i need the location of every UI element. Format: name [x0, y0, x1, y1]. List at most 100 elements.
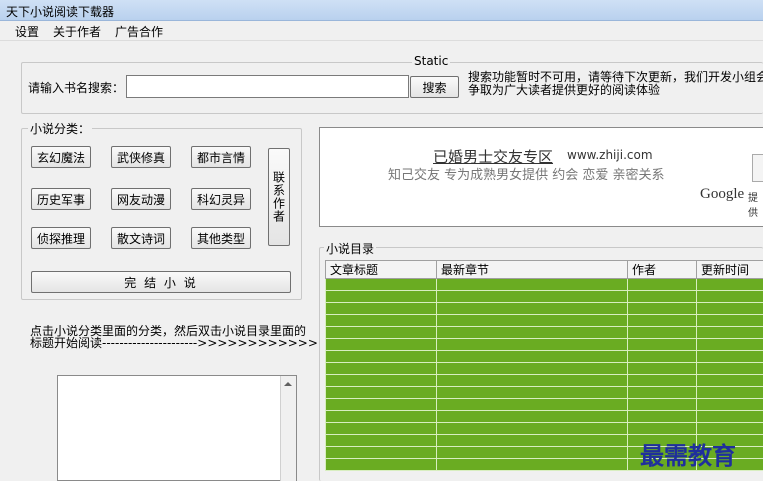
table-cell[interactable]: [436, 374, 628, 387]
category-prose-poetry-button[interactable]: 散文诗词: [111, 227, 171, 249]
table-cell[interactable]: [325, 446, 437, 459]
table-cell[interactable]: [627, 350, 697, 363]
column-header-author[interactable]: 作者: [627, 260, 697, 279]
table-row[interactable]: [325, 302, 763, 315]
table-cell[interactable]: [627, 374, 697, 387]
table-cell[interactable]: [325, 302, 437, 315]
category-wuxia-button[interactable]: 武侠修真: [111, 146, 171, 168]
category-other-button[interactable]: 其他类型: [191, 227, 251, 249]
table-cell[interactable]: [436, 422, 628, 435]
table-row[interactable]: [325, 290, 763, 303]
reading-list-box[interactable]: [57, 375, 297, 481]
table-row[interactable]: [325, 278, 763, 291]
table-cell[interactable]: [325, 410, 437, 423]
table-cell[interactable]: [627, 278, 697, 291]
catalog-group-label: 小说目录: [324, 240, 377, 257]
list-scrollbar[interactable]: [280, 376, 296, 481]
table-cell[interactable]: [325, 374, 437, 387]
table-cell[interactable]: [325, 458, 437, 471]
table-cell[interactable]: [436, 458, 628, 471]
table-cell[interactable]: [627, 422, 697, 435]
search-input[interactable]: [126, 75, 409, 98]
table-cell[interactable]: [436, 326, 628, 339]
table-cell[interactable]: [696, 374, 763, 387]
table-row[interactable]: [325, 350, 763, 363]
table-cell[interactable]: [627, 362, 697, 375]
table-row[interactable]: [325, 326, 763, 339]
table-cell[interactable]: [627, 326, 697, 339]
table-row[interactable]: [325, 422, 763, 435]
table-cell[interactable]: [436, 434, 628, 447]
table-cell[interactable]: [696, 338, 763, 351]
table-cell[interactable]: [436, 278, 628, 291]
table-cell[interactable]: [696, 290, 763, 303]
table-row[interactable]: [325, 338, 763, 351]
table-cell[interactable]: [325, 314, 437, 327]
table-cell[interactable]: [436, 386, 628, 399]
table-cell[interactable]: [436, 290, 628, 303]
table-cell[interactable]: [696, 386, 763, 399]
table-cell[interactable]: [696, 278, 763, 291]
table-cell[interactable]: [325, 338, 437, 351]
table-cell[interactable]: [325, 350, 437, 363]
table-cell[interactable]: [436, 446, 628, 459]
category-fantasy-button[interactable]: 玄幻魔法: [31, 146, 91, 168]
table-row[interactable]: [325, 374, 763, 387]
category-scifi-button[interactable]: 科幻灵异: [191, 188, 251, 210]
menu-about-author[interactable]: 关于作者: [53, 23, 101, 40]
table-cell[interactable]: [627, 338, 697, 351]
table-cell[interactable]: [325, 362, 437, 375]
ad-description: 知己交友 专为成熟男女提供 约会 恋爱 亲密关系: [388, 168, 665, 183]
contact-author-button[interactable]: 联系作者: [268, 148, 290, 246]
table-cell[interactable]: [436, 410, 628, 423]
table-cell[interactable]: [436, 398, 628, 411]
column-header-title[interactable]: 文章标题: [325, 260, 437, 279]
table-cell[interactable]: [325, 290, 437, 303]
table-cell[interactable]: [325, 398, 437, 411]
table-cell[interactable]: [325, 434, 437, 447]
table-cell[interactable]: [627, 290, 697, 303]
table-cell[interactable]: [696, 422, 763, 435]
search-button[interactable]: 搜索: [410, 76, 459, 98]
category-history-button[interactable]: 历史军事: [31, 188, 91, 210]
table-cell[interactable]: [436, 314, 628, 327]
table-cell[interactable]: [627, 386, 697, 399]
search-label: 请输入书名搜索：: [28, 81, 125, 95]
table-cell[interactable]: [696, 398, 763, 411]
table-row[interactable]: [325, 398, 763, 411]
table-cell[interactable]: [696, 302, 763, 315]
scroll-up-icon[interactable]: [284, 382, 292, 386]
table-cell[interactable]: [325, 278, 437, 291]
table-cell[interactable]: [627, 410, 697, 423]
table-row[interactable]: [325, 410, 763, 423]
table-cell[interactable]: [436, 362, 628, 375]
table-cell[interactable]: [436, 350, 628, 363]
category-detective-button[interactable]: 侦探推理: [31, 227, 91, 249]
table-cell[interactable]: [436, 338, 628, 351]
table-cell[interactable]: [696, 362, 763, 375]
menu-settings[interactable]: 设置: [15, 23, 39, 40]
table-row[interactable]: [325, 386, 763, 399]
column-header-latest-chapter[interactable]: 最新章节: [436, 260, 628, 279]
column-header-update-time[interactable]: 更新时间: [696, 260, 763, 279]
menu-ad-cooperation[interactable]: 广告合作: [115, 23, 163, 40]
table-row[interactable]: [325, 362, 763, 375]
table-cell[interactable]: [627, 302, 697, 315]
table-cell[interactable]: [627, 398, 697, 411]
table-cell[interactable]: [696, 314, 763, 327]
table-cell[interactable]: [325, 422, 437, 435]
table-row[interactable]: [325, 314, 763, 327]
finished-novels-button[interactable]: 完 结 小 说: [31, 271, 291, 293]
category-anime-button[interactable]: 网友动漫: [111, 188, 171, 210]
table-cell[interactable]: [325, 386, 437, 399]
category-urban-romance-button[interactable]: 都市言情: [191, 146, 251, 168]
instruction-text: 点击小说分类里面的分类，然后双击小说目录里面的 标题开始阅读----------…: [30, 325, 320, 349]
table-cell[interactable]: [696, 350, 763, 363]
table-cell[interactable]: [436, 302, 628, 315]
table-cell[interactable]: [696, 410, 763, 423]
table-cell[interactable]: [325, 326, 437, 339]
window-title: 天下小说阅读下载器: [6, 5, 115, 19]
table-cell[interactable]: [696, 326, 763, 339]
ad-url[interactable]: www.zhiji.com: [567, 148, 653, 162]
table-cell[interactable]: [627, 314, 697, 327]
